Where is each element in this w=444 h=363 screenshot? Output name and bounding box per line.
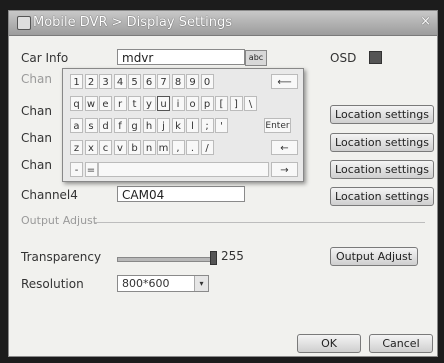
cancel-button[interactable]: Cancel [369, 334, 433, 353]
key-row3-1[interactable]: s [84, 118, 98, 133]
key-row2-5[interactable]: y [142, 96, 156, 111]
key-row3-4[interactable]: g [128, 118, 141, 133]
key-row2-3[interactable]: r [113, 96, 127, 111]
key-row3-5[interactable]: h [142, 118, 156, 133]
key-row4-8[interactable]: . [186, 140, 199, 155]
key-row2-11[interactable]: ] [229, 96, 243, 111]
key-row4-7[interactable]: , [171, 140, 185, 155]
virtual-keyboard: ⟵ Enter ← → 1 2 3 4 5 6 7 8 9 0 q w e r t y u i o p[] \ a s d f g… [62, 68, 304, 182]
key-row1-1[interactable]: 2 [84, 74, 98, 89]
window-title: Mobile DVR > Display Settings [33, 15, 233, 30]
channel1-label: Chan [21, 104, 52, 118]
output-adjust-button[interactable]: Output Adjust [330, 247, 418, 266]
key-row5-0[interactable]: - [70, 162, 83, 177]
key-row1-6[interactable]: 7 [157, 74, 170, 89]
key-row2-10[interactable]: [ [215, 96, 228, 111]
app-icon [17, 16, 31, 30]
key-row5-1[interactable]: = [84, 162, 98, 177]
key-row4-0[interactable]: z [70, 140, 83, 155]
key-row1-3[interactable]: 4 [113, 74, 127, 89]
key-row1-0[interactable]: 1 [70, 74, 83, 89]
key-row3-8[interactable]: l [186, 118, 199, 133]
key-row3-7[interactable]: k [171, 118, 185, 133]
location-settings-button-2[interactable]: Location settings [330, 133, 434, 152]
transparency-slider-track[interactable] [117, 257, 211, 262]
osd-label: OSD [330, 51, 357, 65]
key-row2-12[interactable]: \ [244, 96, 257, 111]
ok-button[interactable]: OK [297, 334, 361, 353]
key-row1-9[interactable]: 0 [200, 74, 214, 89]
channel4-label: Channel4 [21, 188, 78, 202]
left-arrow-key[interactable]: ← [271, 140, 298, 155]
key-row4-1[interactable]: x [84, 140, 98, 155]
key-row4-5[interactable]: n [142, 140, 156, 155]
key-row4-3[interactable]: v [113, 140, 127, 155]
key-row3-3[interactable]: f [113, 118, 127, 133]
key-row1-7[interactable]: 8 [171, 74, 185, 89]
close-icon[interactable]: × [420, 14, 431, 29]
title-bar: Mobile DVR > Display Settings × [9, 11, 437, 36]
car-info-input[interactable]: mdvr [117, 49, 245, 65]
car-info-label: Car Info [21, 51, 69, 65]
key-row2-8[interactable]: o [186, 96, 199, 111]
transparency-value: 255 [221, 249, 244, 263]
key-row4-2[interactable]: c [99, 140, 112, 155]
key-row1-2[interactable]: 3 [99, 74, 112, 89]
key-row1-4[interactable]: 5 [128, 74, 141, 89]
key-row2-2[interactable]: e [99, 96, 112, 111]
transparency-slider-thumb[interactable] [210, 251, 217, 265]
location-settings-button-1[interactable]: Location settings [330, 105, 434, 124]
key-row2-4[interactable]: t [128, 96, 141, 111]
key-row3-6[interactable]: j [157, 118, 170, 133]
key-row2-6[interactable]: u [157, 96, 170, 111]
chevron-down-icon[interactable]: ▾ [194, 276, 208, 291]
key-row2-0[interactable]: q [70, 96, 83, 111]
key-row3-10[interactable]: ' [215, 118, 228, 133]
transparency-label: Transparency [21, 250, 102, 264]
resolution-value: 800*600 [122, 277, 170, 290]
section-divider [95, 222, 425, 223]
resolution-label: Resolution [21, 277, 84, 291]
osd-checkbox[interactable] [369, 51, 382, 64]
enter-key[interactable]: Enter [264, 118, 291, 133]
channel4-input[interactable]: CAM04 [117, 186, 245, 202]
display-settings-window: Mobile DVR > Display Settings × Car Info… [8, 10, 438, 357]
key-row3-0[interactable]: a [70, 118, 83, 133]
location-settings-button-4[interactable]: Location settings [330, 187, 434, 206]
space-key[interactable] [98, 162, 269, 177]
key-row3-2[interactable]: d [99, 118, 112, 133]
key-row2-1[interactable]: w [84, 96, 98, 111]
key-row4-9[interactable]: / [200, 140, 214, 155]
location-settings-button-3[interactable]: Location settings [330, 160, 434, 179]
right-arrow-key[interactable]: → [271, 162, 298, 177]
channel-section-label: Chan [21, 72, 52, 86]
resolution-select[interactable]: 800*600 ▾ [117, 275, 209, 292]
key-row3-9[interactable]: ; [200, 118, 214, 133]
channel2-label: Chan [21, 131, 52, 145]
abc-keyboard-button[interactable]: abc [245, 50, 267, 66]
key-row1-5[interactable]: 6 [142, 74, 156, 89]
key-row4-4[interactable]: b [128, 140, 141, 155]
channel3-label: Chan [21, 158, 52, 172]
key-row4-6[interactable]: m [157, 140, 170, 155]
backspace-key[interactable]: ⟵ [271, 74, 298, 89]
key-row1-8[interactable]: 9 [186, 74, 199, 89]
output-adjust-section-label: Output Adjust [21, 214, 98, 227]
key-row2-9[interactable]: p [200, 96, 214, 111]
key-row2-7[interactable]: i [171, 96, 185, 111]
